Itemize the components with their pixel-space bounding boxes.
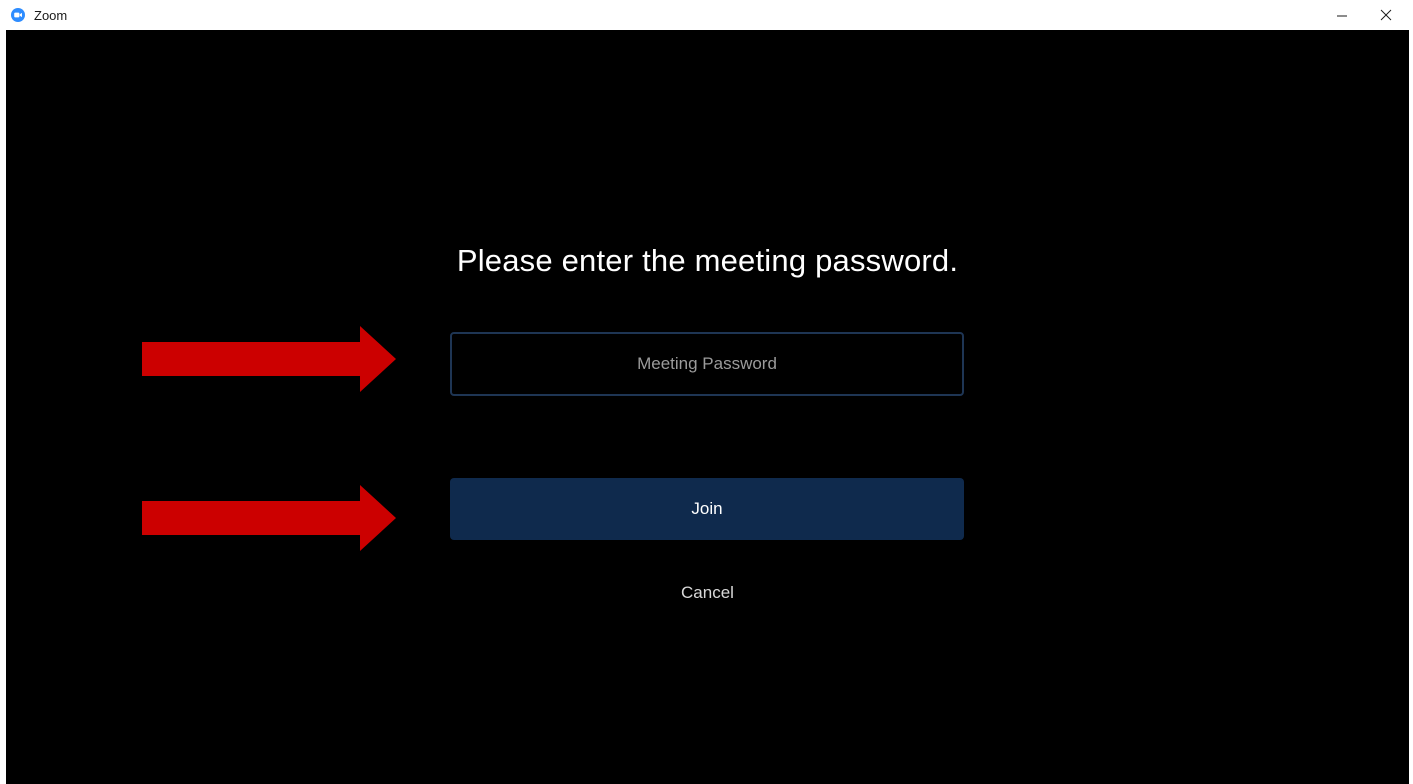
cancel-button[interactable]: Cancel <box>681 583 734 602</box>
cancel-row: Cancel <box>6 582 1409 604</box>
right-arrow-icon <box>142 485 396 551</box>
minimize-icon <box>1337 15 1347 17</box>
zoom-window: Zoom Please enter the meeting password. … <box>0 0 1413 784</box>
close-icon <box>1380 9 1392 21</box>
minimize-button[interactable] <box>1320 0 1364 30</box>
password-dialog: Please enter the meeting password. Join … <box>6 30 1409 784</box>
right-arrow-icon <box>142 326 396 392</box>
meeting-password-input[interactable] <box>450 332 964 396</box>
window-title: Zoom <box>34 8 68 23</box>
title-bar: Zoom <box>0 0 1413 30</box>
close-button[interactable] <box>1364 0 1408 30</box>
zoom-logo-icon <box>11 8 25 22</box>
join-button[interactable]: Join <box>450 478 964 540</box>
password-prompt-heading: Please enter the meeting password. <box>456 243 959 278</box>
